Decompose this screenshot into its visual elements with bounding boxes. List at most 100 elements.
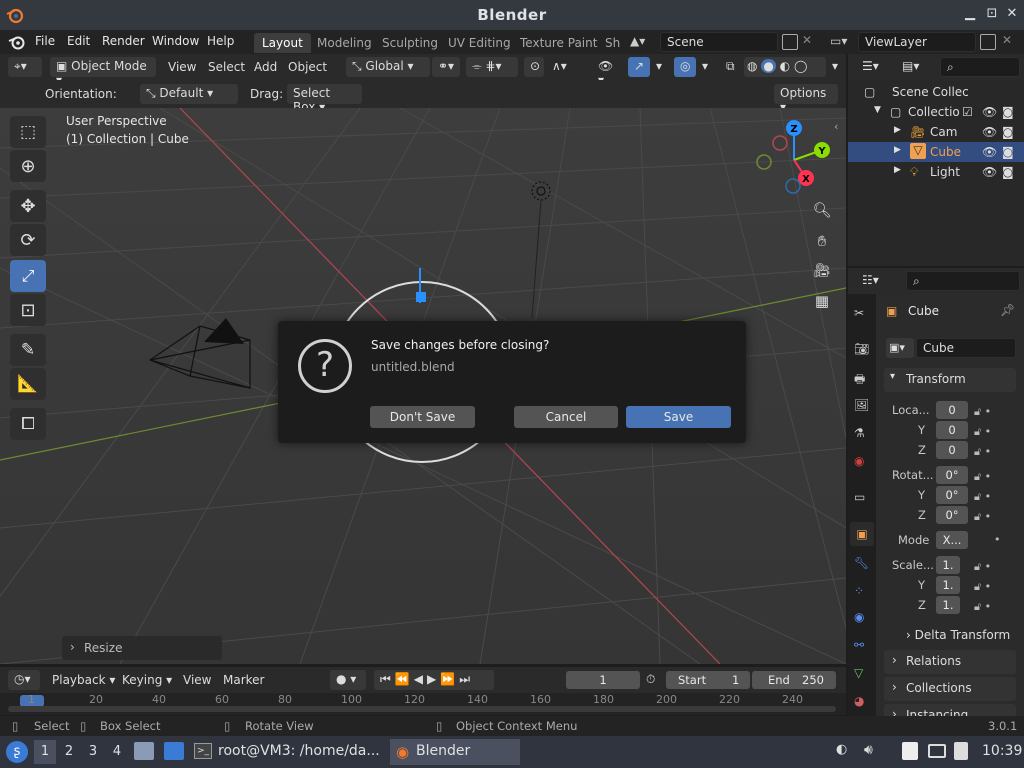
world-tab-icon[interactable]: ◉ xyxy=(854,454,864,468)
scale-tool-button[interactable]: ⤢ xyxy=(10,260,46,292)
menu-keying[interactable]: Keying ▾ xyxy=(122,673,172,687)
wireframe-shading-icon[interactable]: ◍ xyxy=(747,59,757,73)
jump-keyframe-forward-icon[interactable]: ⏩ xyxy=(440,672,459,686)
constraints-tab-icon[interactable]: ⚯ xyxy=(854,638,864,652)
outliner-row-light[interactable]: ▶ 💡︎ Light 👁︎ ◙ xyxy=(848,162,1024,182)
outliner-row-collection[interactable]: ▼ ▢ Collectio ☑ 👁︎ ◙ xyxy=(848,102,1024,122)
tool-tab-icon[interactable]: ✂ xyxy=(854,306,864,320)
jump-end-icon[interactable]: ⏭ xyxy=(459,672,474,686)
end-frame-field[interactable]: End 250 xyxy=(752,671,836,689)
delete-scene-icon[interactable]: ✕ xyxy=(802,33,812,47)
physics-tab-icon[interactable]: ◉ xyxy=(854,610,864,624)
playback-controls[interactable]: ⏮⏪◀▶⏩⏭ xyxy=(374,670,494,690)
lock-icons-rotation[interactable]: 🔓︎ • 🔓︎ • 🔓︎ • xyxy=(974,467,991,527)
cursor-tool-button[interactable]: ⊕ xyxy=(10,150,46,182)
outliner-row-camera[interactable]: ▶ 🎥︎ Cam 👁︎ ◙ xyxy=(848,122,1024,142)
visibility-icon[interactable]: 👁▾ xyxy=(592,57,622,87)
gizmo-neg-y-handle[interactable] xyxy=(756,154,772,170)
scene-name-field[interactable]: Scene xyxy=(660,32,778,52)
material-shading-icon[interactable]: ◐ xyxy=(780,59,790,73)
camera-view-button[interactable]: 🎥︎ xyxy=(809,258,835,284)
tab-modeling[interactable]: Modeling xyxy=(309,33,380,53)
scale-x-field[interactable]: 1. xyxy=(936,556,960,574)
save-button[interactable]: Save xyxy=(626,406,731,428)
tab-layout[interactable]: Layout xyxy=(254,33,311,53)
lock-icons-location[interactable]: 🔓︎ • 🔓︎ • 🔓︎ • xyxy=(974,402,991,462)
drag-dropdown[interactable]: Select Box ▾ xyxy=(287,84,362,114)
delta-transform-section[interactable]: › Delta Transform xyxy=(906,628,1010,642)
scene-selector-icon[interactable]: ▲▾ xyxy=(630,34,656,50)
lock-icons-scale[interactable]: 🔓︎ • 🔓︎ • 🔓︎ • xyxy=(974,557,991,617)
gizmo-neg-z-handle[interactable] xyxy=(785,178,801,194)
render-camera-icon[interactable]: ◙ xyxy=(1002,125,1014,139)
orientation-dropdown[interactable]: ⤡ Default ▾ xyxy=(140,84,238,104)
menu-select[interactable]: Select xyxy=(208,60,245,74)
gizmo-neg-x-handle[interactable] xyxy=(772,135,788,151)
snap-toggle-button[interactable]: ⌯ ⋕▾ xyxy=(466,57,518,77)
scale-z-handle[interactable] xyxy=(416,292,426,302)
menu-window[interactable]: Window xyxy=(152,34,199,48)
maximize-button[interactable]: ⊡ xyxy=(984,6,1000,22)
properties-editor-type-icon[interactable]: ☷▾ xyxy=(856,271,888,291)
render-tab-icon[interactable]: 📷︎ xyxy=(854,342,869,356)
object-browse-button[interactable]: ▣▾ xyxy=(886,338,914,358)
visibility-eye-icon[interactable]: 👁︎ xyxy=(982,125,997,139)
jump-start-icon[interactable]: ⏮ xyxy=(380,672,395,686)
menu-help[interactable]: Help xyxy=(207,34,234,48)
outliner-row-scene-collection[interactable]: ▢ Scene Collec xyxy=(848,82,1024,102)
tab-texture-paint[interactable]: Texture Paint xyxy=(512,33,605,53)
scale-z-field[interactable]: 1. xyxy=(936,596,960,614)
sidebar-toggle-icon[interactable]: ‹ xyxy=(834,120,838,133)
clock[interactable]: 10:39 xyxy=(982,743,1022,759)
editor-type-button[interactable]: ⌖▾ xyxy=(8,57,42,77)
shading-dropdown-icon[interactable]: ▾ xyxy=(826,57,842,77)
pivot-point-button[interactable]: ⚭▾ xyxy=(432,57,460,77)
workspace-4-button[interactable]: 4 xyxy=(106,740,128,764)
blender-menu-icon[interactable] xyxy=(8,33,26,51)
render-camera-icon[interactable]: ◙ xyxy=(1002,145,1014,159)
stopwatch-icon[interactable]: ⏱ xyxy=(646,672,655,687)
object-tab-icon[interactable]: ▣ xyxy=(850,522,874,546)
rotation-mode-dropdown[interactable]: X... xyxy=(936,531,968,549)
instancing-section-header[interactable]: › Instancing xyxy=(884,704,1016,716)
pin-icon[interactable]: 📌︎ xyxy=(1000,303,1015,317)
show-desktop-icon[interactable] xyxy=(164,742,184,760)
timeline-ruler[interactable]: 1 20 40 60 80 100 120 140 160 180 200 220 240 xyxy=(0,693,846,715)
falloff-button[interactable]: ∧▾ xyxy=(546,57,576,77)
rotation-z-field[interactable]: 0° xyxy=(936,506,968,524)
material-tab-icon[interactable]: ◕ xyxy=(854,694,864,708)
gizmo-toggle-icon[interactable]: ↗ xyxy=(628,57,650,77)
move-tool-button[interactable]: ✥ xyxy=(10,190,46,222)
outliner-search-input[interactable]: ⌕ xyxy=(940,57,1020,77)
viewlayer-name-field[interactable]: ViewLayer xyxy=(858,32,976,52)
expand-arrow-icon[interactable]: ▶ xyxy=(894,125,901,135)
location-z-field[interactable]: 0 xyxy=(936,441,968,459)
terminal-task-button[interactable]: >_ root@VM3: /home/da... xyxy=(190,739,386,765)
cancel-button[interactable]: Cancel xyxy=(514,406,618,428)
render-camera-icon[interactable]: ◙ xyxy=(1002,105,1014,119)
workspace-2-button[interactable]: 2 xyxy=(58,740,80,764)
mode-keyframe-dot-icon[interactable]: • xyxy=(994,533,1001,546)
battery-icon[interactable] xyxy=(954,742,968,760)
timeline-editor-type-icon[interactable]: ◷▾ xyxy=(8,670,40,690)
dont-save-button[interactable]: Don't Save xyxy=(370,406,475,428)
auto-keying-button[interactable]: ● ▾ xyxy=(330,670,366,690)
display-mode-icon[interactable]: ▤▾ xyxy=(896,57,926,77)
object-mode-dropdown[interactable]: ▣ Object Mode ▾ xyxy=(50,57,156,87)
transform-section-header[interactable]: ▾ Transform xyxy=(884,368,1016,392)
measure-tool-button[interactable]: 📐 xyxy=(10,368,46,400)
zoom-view-button[interactable]: 🔍︎ xyxy=(809,197,835,223)
menu-view[interactable]: View xyxy=(168,60,196,74)
properties-search-input[interactable]: ⌕ xyxy=(906,271,1020,291)
play-reverse-icon[interactable]: ◀ xyxy=(414,672,427,686)
new-viewlayer-icon[interactable] xyxy=(980,34,996,50)
render-camera-icon[interactable]: ◙ xyxy=(1002,165,1014,179)
annotate-tool-button[interactable]: ✎ xyxy=(10,334,46,366)
output-tab-icon[interactable]: 🖶︎ xyxy=(854,370,865,391)
menu-object[interactable]: Object xyxy=(288,60,327,74)
view-layer-tab-icon[interactable]: 🖼︎ xyxy=(854,398,869,412)
menu-playback[interactable]: Playback ▾ xyxy=(52,673,115,687)
tab-sculpting[interactable]: Sculpting xyxy=(374,33,446,53)
workspace-1-button[interactable]: 1 xyxy=(34,740,56,764)
menu-add[interactable]: Add xyxy=(254,60,277,74)
